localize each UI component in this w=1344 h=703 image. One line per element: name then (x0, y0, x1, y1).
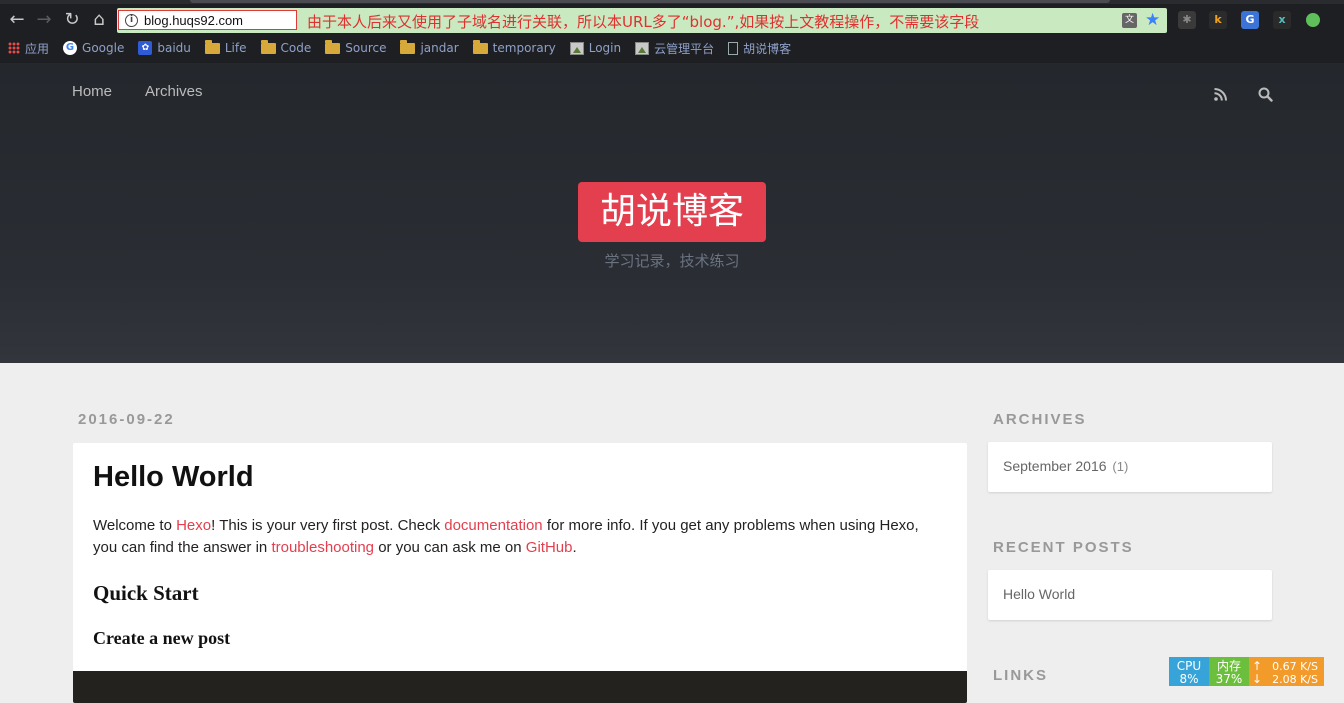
bookmark-folder-code[interactable]: Code (260, 39, 311, 55)
network-meter: ↑ ↓ 0.67 K/S 2.08 K/S (1249, 657, 1324, 686)
bookmark-folder-source[interactable]: Source (325, 39, 386, 55)
post-card: Hello World Welcome to Hexo! This is you… (73, 443, 967, 703)
bookmark-login[interactable]: Login (569, 41, 621, 55)
back-arrow-icon[interactable]: ← (6, 10, 28, 30)
folder-icon (260, 39, 276, 54)
site-header: Home Archives 胡说博客 学习记录，技术练习 (0, 63, 1344, 363)
bookmark-apps[interactable]: 应用 (8, 40, 49, 57)
google-icon: G (63, 41, 78, 55)
annotation-text: 由于本人后来又使用了子域名进行关联，所以本URL多了“blog.”,如果按上文教… (307, 13, 980, 31)
bookmark-baidu[interactable]: ✿ baidu (138, 41, 191, 55)
google-translate-icon[interactable]: G (1241, 11, 1259, 29)
hexo-link[interactable]: Hexo (176, 517, 211, 534)
recent-posts-widget-title: RECENT POSTS (993, 539, 1134, 556)
folder-icon (325, 39, 341, 54)
folder-icon (204, 39, 220, 54)
site-info-icon[interactable]: i (125, 13, 138, 27)
intro-text: ! This is your very first post. Check (211, 517, 445, 534)
quick-start-heading: Quick Start (93, 581, 199, 605)
page-image-icon (569, 41, 584, 55)
bookmark-folder-temporary[interactable]: temporary (472, 39, 556, 55)
bookmarks-bar: 应用 G Google ✿ baidu Life Code Source janda… (0, 37, 1344, 59)
documentation-link[interactable]: documentation (444, 517, 542, 534)
archive-count: (1) (1112, 459, 1129, 474)
network-arrows-icon: ↑ ↓ (1251, 659, 1263, 686)
post-intro-paragraph: Welcome to Hexo! This is your very first… (93, 515, 943, 559)
code-block (73, 671, 967, 703)
reload-icon[interactable]: ↻ (61, 10, 83, 30)
nav-archives-link[interactable]: Archives (145, 83, 203, 100)
bookmark-cloud-platform[interactable]: 云管理平台 (635, 40, 714, 57)
site-subtitle: 学习记录，技术练习 (604, 252, 740, 270)
bug-extension-icon[interactable]: ✱ (1178, 11, 1196, 29)
cpu-value: 8% (1179, 672, 1199, 686)
recent-posts-widget: Hello World (988, 570, 1272, 620)
green-dot-extension-icon[interactable] (1306, 13, 1320, 27)
k-extension-icon[interactable]: k (1209, 11, 1227, 29)
url-text[interactable]: blog.huqs92.com (144, 13, 243, 28)
cpu-meter: CPU 8% (1169, 657, 1209, 686)
browser-toolbar: ← → ↻ ⌂ i blog.huqs92.com 由于本人后来又使用了子域名进… (0, 0, 1344, 63)
memory-value: 37% (1215, 672, 1243, 686)
github-link[interactable]: GitHub (526, 539, 573, 556)
troubleshooting-link[interactable]: troubleshooting (271, 539, 374, 556)
post-title[interactable]: Hello World (93, 461, 254, 494)
intro-text: . (572, 539, 577, 556)
system-monitor[interactable]: CPU 8% 内存 37% ↑ ↓ 0.67 K/S 2.08 K/S (1169, 657, 1324, 686)
active-tab[interactable] (190, 0, 1110, 3)
bookmark-star-icon[interactable]: ★ (1145, 9, 1160, 31)
baidu-icon: ✿ (138, 41, 153, 55)
folder-icon (472, 39, 488, 54)
archives-widget: September 2016 (1) (988, 442, 1272, 492)
search-icon[interactable] (1258, 87, 1273, 102)
bookmark-google[interactable]: G Google (63, 41, 124, 55)
nav-home-link[interactable]: Home (72, 83, 112, 100)
url-field[interactable]: i blog.huqs92.com (118, 10, 297, 30)
archives-widget-title: ARCHIVES (993, 411, 1087, 428)
rss-icon[interactable] (1214, 88, 1227, 101)
links-widget-title: LINKS (993, 667, 1048, 684)
create-post-heading: Create a new post (93, 628, 231, 648)
memory-meter: 内存 37% (1209, 657, 1249, 686)
upload-speed: 0.67 K/S (1272, 660, 1318, 673)
forward-arrow-icon[interactable]: → (33, 10, 55, 30)
download-speed: 2.08 K/S (1272, 673, 1318, 686)
bookmark-folder-jandar[interactable]: jandar (400, 39, 459, 55)
address-bar[interactable]: i blog.huqs92.com 由于本人后来又使用了子域名进行关联，所以本U… (117, 8, 1167, 33)
site-title[interactable]: 胡说博客 (578, 182, 766, 242)
tab-strip (0, 0, 1344, 4)
page-image-icon (635, 41, 650, 55)
home-icon[interactable]: ⌂ (88, 10, 110, 30)
post-date[interactable]: 2016-09-22 (78, 411, 175, 428)
archive-month-link[interactable]: September 2016 (1003, 458, 1107, 474)
bookmark-blog[interactable]: 胡说博客 (728, 40, 791, 57)
translate-icon[interactable]: 文 (1122, 13, 1137, 28)
folder-icon (400, 39, 416, 54)
bookmark-folder-life[interactable]: Life (204, 39, 247, 55)
apps-grid-icon (8, 42, 20, 54)
document-icon (728, 41, 739, 55)
intro-text: or you can ask me on (374, 539, 526, 556)
x-badge-extension-icon[interactable]: x (1273, 11, 1291, 29)
recent-post-link[interactable]: Hello World (1003, 586, 1075, 602)
intro-text: Welcome to (93, 517, 177, 534)
